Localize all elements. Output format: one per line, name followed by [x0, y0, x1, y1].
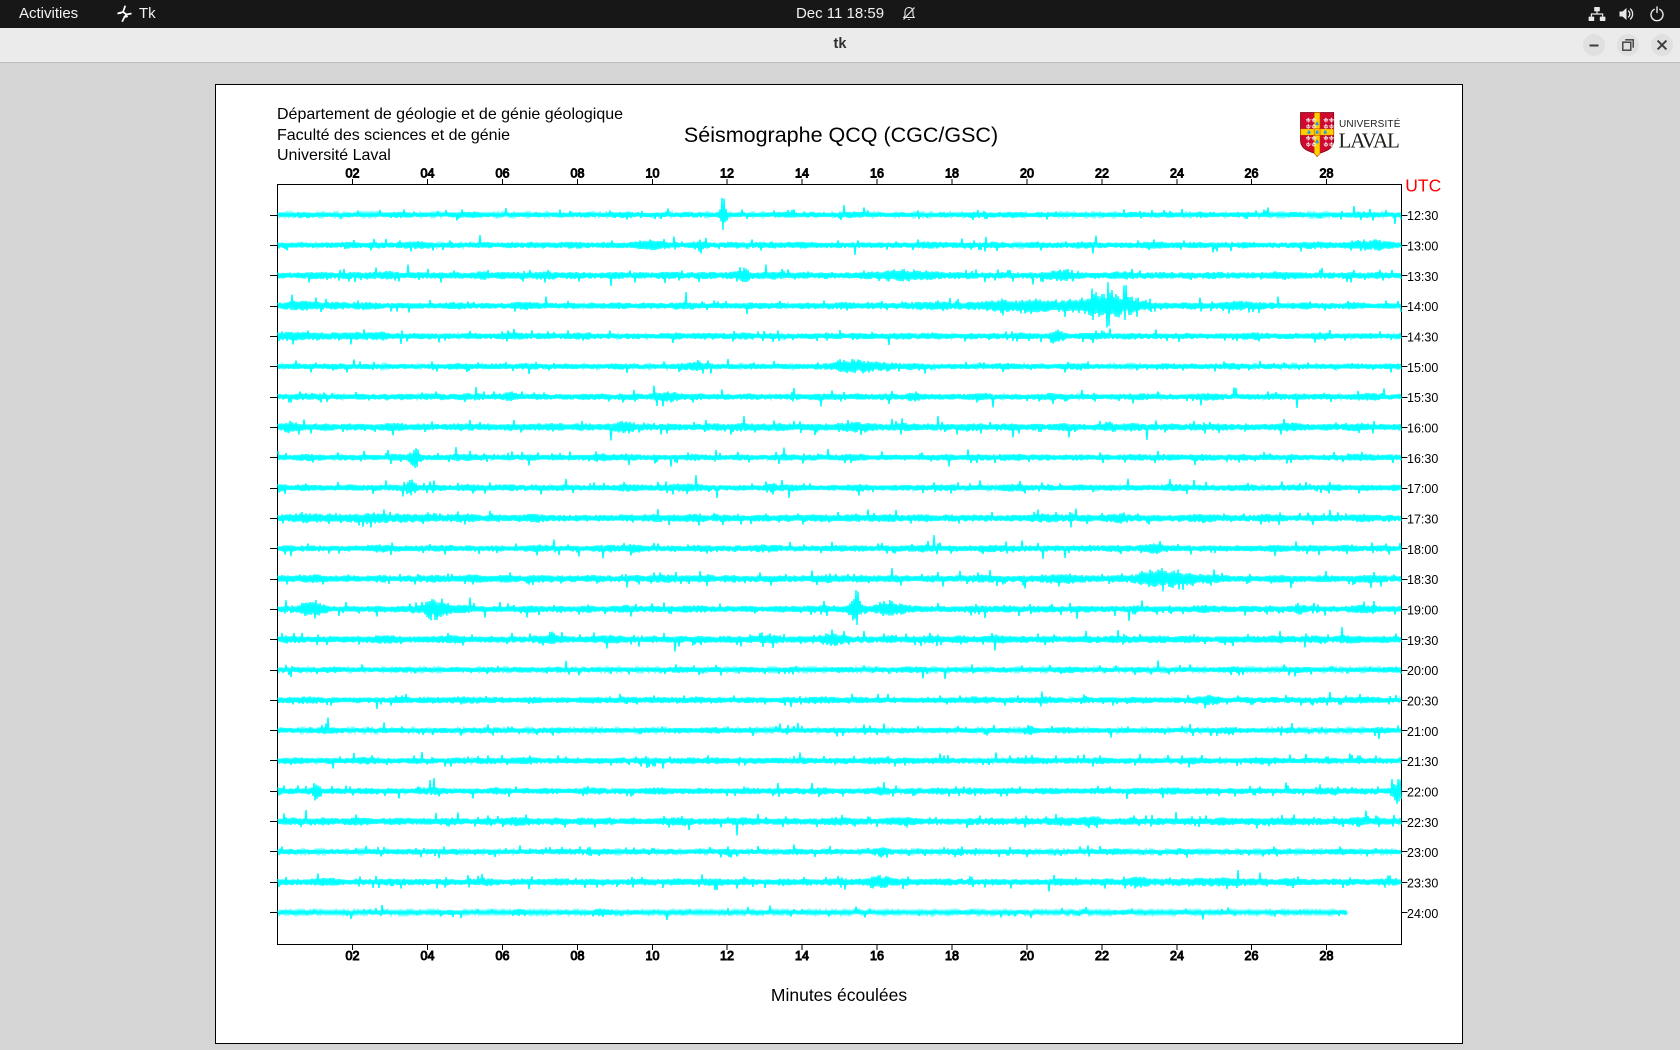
svg-text:10: 10 — [646, 949, 660, 963]
svg-text:08: 08 — [571, 167, 585, 181]
svg-text:13:30: 13:30 — [1407, 270, 1438, 284]
svg-text:20:00: 20:00 — [1407, 664, 1438, 678]
svg-text:20: 20 — [1020, 949, 1034, 963]
svg-text:21:00: 21:00 — [1407, 725, 1438, 739]
svg-text:14: 14 — [795, 949, 809, 963]
svg-text:UTC: UTC — [1405, 176, 1441, 196]
svg-text:13:00: 13:00 — [1407, 240, 1438, 254]
svg-text:14:30: 14:30 — [1407, 331, 1438, 345]
svg-text:16: 16 — [870, 167, 884, 181]
svg-text:20: 20 — [1020, 167, 1034, 181]
svg-text:04: 04 — [421, 167, 435, 181]
svg-text:12:30: 12:30 — [1407, 209, 1438, 223]
svg-text:15:30: 15:30 — [1407, 391, 1438, 405]
svg-text:14: 14 — [795, 167, 809, 181]
svg-text:14:00: 14:00 — [1407, 300, 1438, 314]
svg-text:18:00: 18:00 — [1407, 543, 1438, 557]
svg-text:06: 06 — [496, 167, 510, 181]
svg-text:16:00: 16:00 — [1407, 422, 1438, 436]
svg-text:26: 26 — [1245, 167, 1259, 181]
svg-text:02: 02 — [346, 949, 360, 963]
svg-text:17:30: 17:30 — [1407, 513, 1438, 527]
svg-text:02: 02 — [346, 167, 360, 181]
svg-text:20:30: 20:30 — [1407, 695, 1438, 709]
svg-text:17:00: 17:00 — [1407, 482, 1438, 496]
svg-text:16: 16 — [870, 949, 884, 963]
svg-text:08: 08 — [571, 949, 585, 963]
svg-text:22:00: 22:00 — [1407, 786, 1438, 800]
svg-text:04: 04 — [421, 949, 435, 963]
svg-text:15:00: 15:00 — [1407, 361, 1438, 375]
svg-text:19:00: 19:00 — [1407, 604, 1438, 618]
svg-text:23:00: 23:00 — [1407, 846, 1438, 860]
svg-text:24: 24 — [1170, 167, 1184, 181]
svg-text:28: 28 — [1320, 949, 1334, 963]
svg-text:18:30: 18:30 — [1407, 573, 1438, 587]
svg-text:22: 22 — [1095, 167, 1109, 181]
svg-text:12: 12 — [720, 167, 734, 181]
svg-text:10: 10 — [646, 167, 660, 181]
svg-text:21:30: 21:30 — [1407, 755, 1438, 769]
svg-text:19:30: 19:30 — [1407, 634, 1438, 648]
svg-text:22: 22 — [1095, 949, 1109, 963]
svg-text:28: 28 — [1320, 167, 1334, 181]
svg-text:24: 24 — [1170, 949, 1184, 963]
svg-text:22:30: 22:30 — [1407, 816, 1438, 830]
svg-text:23:30: 23:30 — [1407, 877, 1438, 891]
svg-text:16:30: 16:30 — [1407, 452, 1438, 466]
svg-text:24:00: 24:00 — [1407, 907, 1438, 921]
svg-text:12: 12 — [720, 949, 734, 963]
svg-text:26: 26 — [1245, 949, 1259, 963]
svg-text:06: 06 — [496, 949, 510, 963]
svg-text:18: 18 — [945, 949, 959, 963]
svg-text:18: 18 — [945, 167, 959, 181]
